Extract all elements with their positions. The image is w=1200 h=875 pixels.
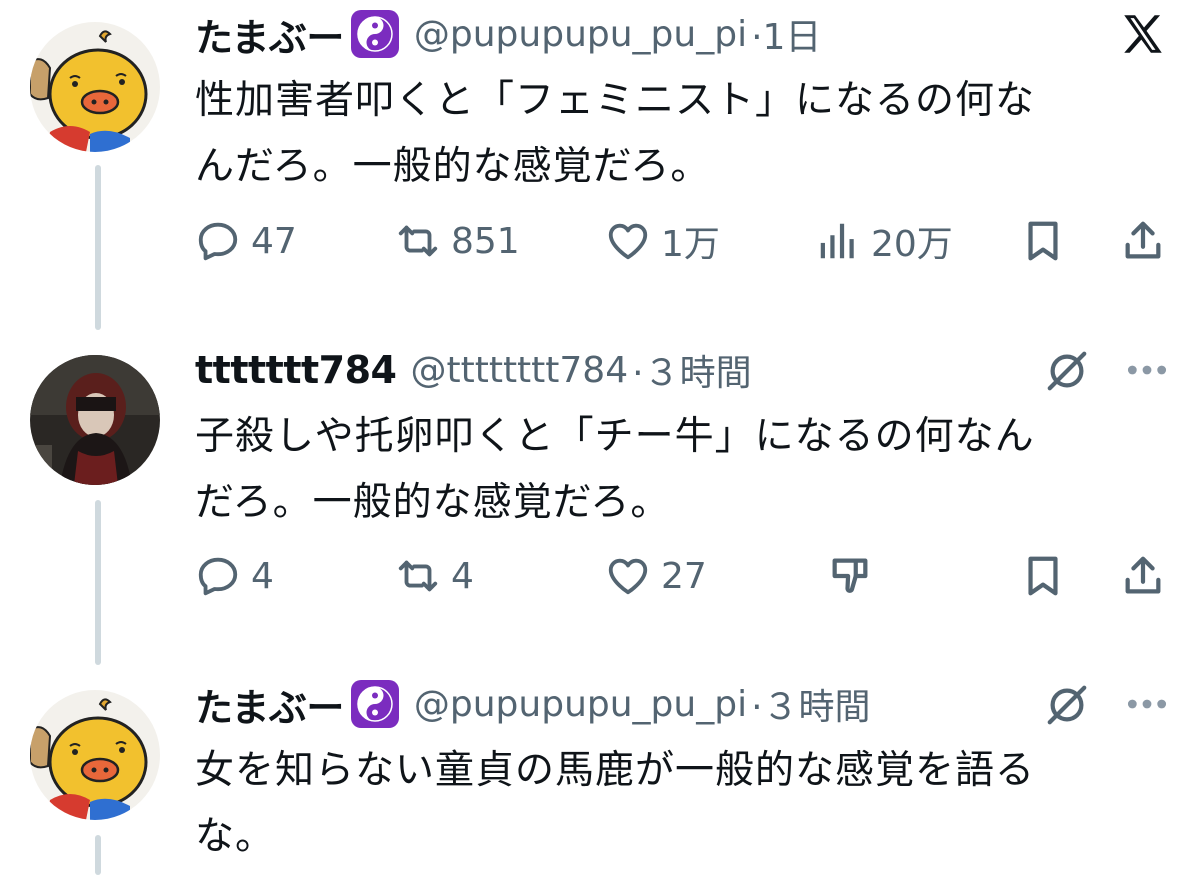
display-name[interactable]: ttttttt784 (195, 348, 397, 392)
bookmark-button[interactable] (1020, 546, 1066, 606)
thumbs-down-icon (832, 558, 868, 593)
yin-yang-badge-icon (350, 9, 400, 59)
avatar[interactable] (30, 22, 160, 152)
analytics-icon (820, 223, 854, 259)
action-bar: 47 851 1万 20万 (195, 211, 1175, 271)
share-icon (1125, 556, 1161, 594)
like-count: 1万 (661, 224, 720, 265)
tweet-header: たまぶー @pupupupu_pu_pi ·３時間 (195, 674, 871, 734)
reply-icon (198, 557, 238, 596)
timestamp[interactable]: ·３時間 (751, 678, 870, 730)
like-button[interactable]: 1万 (605, 211, 720, 271)
handle[interactable]: @tttttttt784 (410, 350, 628, 391)
handle[interactable]: @pupupupu_pu_pi (414, 684, 747, 725)
downvote-button[interactable] (827, 546, 873, 606)
handle[interactable]: @pupupupu_pu_pi (414, 14, 747, 55)
reply-count: 4 (251, 555, 274, 597)
retweet-count: 851 (451, 220, 520, 262)
avatar[interactable] (30, 690, 160, 820)
reply-button[interactable]: 47 (195, 211, 297, 271)
grok-icon[interactable] (1040, 678, 1094, 732)
x-logo-icon[interactable] (1115, 6, 1171, 62)
heart-icon (608, 223, 648, 260)
grok-icon[interactable] (1040, 344, 1094, 398)
tweet-text-line: 子殺しや托卵叩くと「チー牛」になるの何なん (195, 414, 1035, 459)
tweet-header: ttttttt784 @tttttttt784 ·３時間 (195, 340, 752, 400)
retweet-button[interactable]: 4 (395, 546, 474, 606)
reply-icon (198, 222, 238, 261)
share-button[interactable] (1120, 546, 1166, 606)
tweet-text: 子殺しや托卵叩くと「チー牛」になるの何なん だろ。一般的な感覚だろ。 (195, 404, 1155, 536)
bookmark-icon (1028, 221, 1058, 261)
thread-line (95, 500, 101, 665)
tweet-text-line: 性加害者叩くと「フェミニスト」になるの何な (195, 78, 1036, 123)
tweet-text: 女を知らない童貞の馬鹿が一般的な感覚を語る な。 (195, 738, 1155, 870)
yin-yang-badge-icon (350, 679, 400, 729)
share-button[interactable] (1120, 211, 1166, 271)
tweet-text-line: だろ。一般的な感覚だろ。 (195, 480, 671, 525)
retweet-icon (398, 225, 438, 257)
reply-button[interactable]: 4 (195, 546, 274, 606)
tweet-text-line: んだろ。一般的な感覚だろ。 (195, 144, 711, 189)
bookmark-icon (1028, 556, 1058, 596)
tweet-text: 性加害者叩くと「フェミニスト」になるの何な んだろ。一般的な感覚だろ。 (195, 68, 1155, 200)
tweet-header: たまぶー @pupupupu_pu_pi ·1日 (195, 4, 821, 64)
reply-count: 47 (251, 220, 297, 262)
action-bar: 4 4 27 (195, 546, 1175, 606)
heart-icon (608, 558, 648, 595)
view-count: 20万 (871, 224, 953, 265)
views-button[interactable]: 20万 (815, 211, 953, 271)
retweet-count: 4 (451, 555, 474, 597)
display-name[interactable]: たまぶー (195, 677, 344, 732)
display-name[interactable]: たまぶー (195, 7, 344, 62)
retweet-button[interactable]: 851 (395, 211, 520, 271)
tweet-text-line: 女を知らない童貞の馬鹿が一般的な感覚を語る (195, 748, 1036, 793)
tweet[interactable]: たまぶー @pupupupu_pu_pi ·1日 性加害者叩くと「フェミニスト」… (195, 4, 1200, 294)
avatar[interactable] (30, 355, 160, 485)
thread-line (95, 835, 101, 875)
timestamp[interactable]: ·３時間 (632, 344, 751, 396)
timestamp[interactable]: ·1日 (751, 8, 821, 60)
retweet-icon (398, 560, 438, 592)
more-dots-icon[interactable] (1122, 684, 1172, 724)
share-icon (1125, 221, 1161, 259)
tweet-text-line: な。 (195, 814, 276, 859)
like-count: 27 (661, 555, 707, 597)
bookmark-button[interactable] (1020, 211, 1066, 271)
more-dots-icon[interactable] (1122, 350, 1172, 390)
thread-line (95, 165, 101, 330)
like-button[interactable]: 27 (605, 546, 707, 606)
